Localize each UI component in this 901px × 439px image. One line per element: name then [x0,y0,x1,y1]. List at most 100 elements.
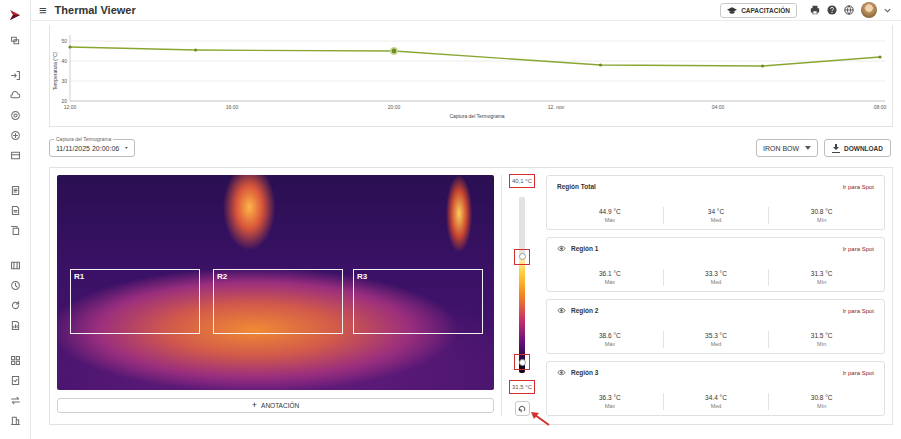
sidebar-item[interactable] [0,255,30,275]
download-button[interactable]: DOWNLOAD [824,139,891,157]
right-controls: IRON BOW DOWNLOAD [756,139,891,157]
target-icon [10,110,21,121]
region-label: R2 [217,272,227,281]
sidebar-item[interactable] [0,275,30,295]
controls-row: Captura del Termograma11/11/2025 20:00:0… [49,139,893,157]
stat: 38.6 °CMáx [557,331,663,348]
region-box[interactable]: R2 [213,269,343,334]
sidebar-item[interactable] [0,220,30,240]
high-handle[interactable] [515,250,529,264]
eye-icon[interactable] [557,245,566,252]
region-stats: 36.1 °CMáx33.3 °CMed31.3 °CMín [557,269,874,286]
spot-link[interactable]: Ir para Spot [843,246,874,252]
help-icon[interactable] [827,5,837,15]
region-box[interactable]: R3 [353,269,483,334]
region-card-header: Región 1Ir para Spot [557,245,874,252]
dropdown-arrow-icon [805,146,811,150]
data-point[interactable] [194,48,197,51]
region-label: R3 [357,272,367,281]
palette-select[interactable]: IRON BOW [756,139,818,157]
thermal-picture [57,175,494,390]
eye-icon[interactable] [557,307,566,314]
sidebar-item[interactable] [0,85,30,105]
series-line [70,47,880,66]
scale-min[interactable]: 31,5 °C [510,381,534,393]
top-actions: CAPACITACIÓN [720,2,891,18]
user-avatar[interactable] [861,2,877,18]
x-tick: 12:00 [64,104,77,110]
spot-link[interactable]: Ir para Spot [843,308,874,314]
stat-label: Máx [605,279,615,285]
devices-icon [10,35,21,46]
sidebar-item[interactable] [0,410,30,430]
reset-area [515,401,530,416]
x-tick: 16:00 [226,104,239,110]
scale-slider[interactable] [515,197,529,373]
region-card: Región 3Ir para Spot36.3 °CMáx34.4 °CMed… [546,361,885,416]
sidebar-item[interactable] [0,315,30,335]
slider-track [519,197,525,373]
thermal-viewer-app: ≡Thermal ViewerCAPACITACIÓN50403020Tempe… [0,0,901,439]
stat-value: 38.6 °C [599,332,621,339]
temperature-chart: 50403020Temperatura (°C)12:0016:0020:001… [49,25,893,127]
dropdown-arrow-icon [125,146,128,150]
sidebar-item[interactable] [0,295,30,315]
x-tick: 04:00 [712,104,725,110]
low-handle[interactable] [515,355,529,369]
capture-select[interactable]: Captura del Termograma11/11/2025 20:00:0… [49,139,135,157]
data-point[interactable] [599,63,602,66]
sidebar-item[interactable] [0,65,30,85]
plus-circle-icon [10,130,21,141]
sidebar-item[interactable] [0,200,30,220]
logo[interactable] [9,0,21,30]
sidebar [0,0,31,439]
region-card: Región 2Ir para Spot38.6 °CMáx35.3 °CMed… [546,299,885,354]
data-point[interactable] [878,55,881,58]
training-button[interactable]: CAPACITACIÓN [720,3,797,18]
download-icon [832,144,840,153]
sidebar-item[interactable] [0,125,30,145]
palette-select-value: IRON BOW [763,145,799,152]
sidebar-item[interactable] [0,145,30,165]
scale-max[interactable]: 40,1 °C [510,175,534,187]
stat-value: 31.5 °C [811,332,833,339]
stat: 31.3 °CMín [768,269,874,286]
stat: 44.9 °CMáx [557,207,663,224]
annotation-arrow-icon [529,411,551,427]
stat-label: Med [711,217,722,223]
selected-point-halo [390,47,398,55]
data-point[interactable] [392,49,397,54]
graduation-cap-icon [727,6,737,15]
x-tick: 20:00 [388,104,401,110]
reset-scale-button[interactable] [515,401,530,416]
spot-link[interactable]: Ir para Spot [843,184,874,190]
region-card: Región 1Ir para Spot 36.1 °CMáx33.3 °CMed… [546,237,885,292]
stat: 34 °CMed [663,207,769,224]
grid-line [70,41,885,42]
print-icon[interactable] [810,5,820,15]
sidebar-item[interactable] [0,105,30,125]
sidebar-item[interactable] [0,30,30,50]
region-stats: 36.3 °CMáx34.4 °CMed30.8 °CMín [557,393,874,410]
stat-label: Máx [605,217,615,223]
data-point[interactable] [68,45,71,48]
sidebar-item[interactable] [0,180,30,200]
building-icon [10,415,21,426]
sidebar-item[interactable] [0,350,30,370]
menu-button[interactable]: ≡ [39,4,47,17]
stat-value: 36.3 °C [599,394,621,401]
capture-select-value: 11/11/2025 20:00:06 [56,145,119,152]
y-tick: 40 [61,58,67,64]
sidebar-item[interactable] [0,370,30,390]
region-box[interactable]: R1 [70,269,200,334]
sidebar-item[interactable] [0,390,30,410]
globe-icon[interactable] [844,5,854,15]
data-point[interactable] [761,64,764,67]
box-icon [10,150,21,161]
eye-icon[interactable] [557,369,566,376]
x-axis-title: Captura del Termograma [449,113,504,119]
annotation-button[interactable]: +ANOTACIÓN [57,398,494,413]
region-stats: 38.6 °CMáx35.3 °CMed31.5 °CMín [557,331,874,348]
spot-link[interactable]: Ir para Spot [843,370,874,376]
chevron-down-icon[interactable] [884,8,891,13]
